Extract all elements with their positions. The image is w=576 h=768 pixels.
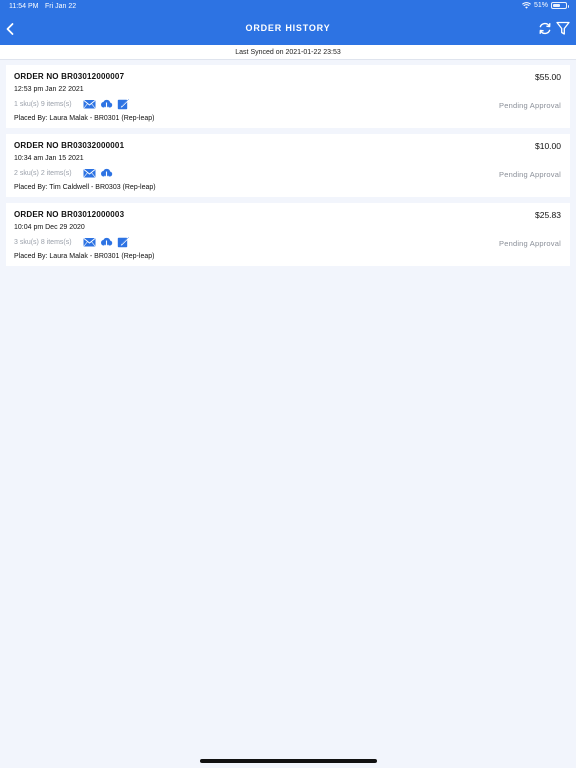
- cloud-download-icon[interactable]: [100, 167, 113, 179]
- email-icon[interactable]: [83, 236, 96, 248]
- order-status: Pending Approval: [499, 101, 561, 110]
- cloud-download-icon[interactable]: [100, 236, 113, 248]
- order-number: ORDER NO BR03012000003: [14, 210, 125, 219]
- email-icon[interactable]: [83, 167, 96, 179]
- order-item-count: 2 sku(s) 2 items(s): [14, 170, 72, 177]
- order-amount: $25.83: [535, 210, 561, 220]
- page-title: ORDER HISTORY: [245, 23, 331, 33]
- nav-bar: ORDER HISTORY: [0, 14, 576, 45]
- status-bar: 11:54 PM Fri Jan 22 51%: [0, 0, 576, 14]
- home-indicator[interactable]: [200, 759, 377, 763]
- order-date: 10:34 am Jan 15 2021: [14, 155, 84, 162]
- cloud-download-icon[interactable]: [100, 98, 113, 110]
- order-amount: $10.00: [535, 141, 561, 151]
- order-list: ORDER NO BR03012000007 $55.00 12:53 pm J…: [6, 65, 570, 272]
- order-placed-by: Placed By: Laura Malak - BR0301 (Rep-lea…: [14, 115, 155, 122]
- order-card[interactable]: ORDER NO BR03012000007 $55.00 12:53 pm J…: [6, 65, 570, 128]
- last-synced-text: Last Synced on 2021-01-22 23:53: [235, 49, 341, 56]
- order-amount: $55.00: [535, 72, 561, 82]
- email-icon[interactable]: [83, 98, 96, 110]
- order-item-count: 3 sku(s) 8 items(s): [14, 239, 72, 246]
- order-date: 12:53 pm Jan 22 2021: [14, 86, 84, 93]
- last-synced-bar: Last Synced on 2021-01-22 23:53: [0, 45, 576, 60]
- edit-icon[interactable]: [117, 98, 130, 110]
- app-header: 11:54 PM Fri Jan 22 51% ORDER HISTORY: [0, 0, 576, 45]
- order-card[interactable]: ORDER NO BR03012000003 $25.83 10:04 pm D…: [6, 203, 570, 266]
- order-number: ORDER NO BR03012000007: [14, 72, 125, 81]
- filter-icon: [556, 21, 570, 35]
- status-date: Fri Jan 22: [45, 3, 77, 10]
- order-placed-by: Placed By: Laura Malak - BR0301 (Rep-lea…: [14, 253, 155, 260]
- order-status: Pending Approval: [499, 239, 561, 248]
- order-actions: [83, 167, 113, 179]
- order-actions: [83, 236, 130, 248]
- order-card[interactable]: ORDER NO BR03032000001 $10.00 10:34 am J…: [6, 134, 570, 197]
- battery-icon: [551, 2, 569, 9]
- order-date: 10:04 pm Dec 29 2020: [14, 224, 85, 231]
- order-actions: [83, 98, 130, 110]
- sync-button[interactable]: [538, 21, 552, 36]
- order-item-count: 1 sku(s) 9 items(s): [14, 101, 72, 108]
- order-status: Pending Approval: [499, 170, 561, 179]
- edit-icon[interactable]: [117, 236, 130, 248]
- order-number: ORDER NO BR03032000001: [14, 141, 125, 150]
- wifi-icon: [522, 2, 531, 9]
- filter-button[interactable]: [556, 21, 570, 36]
- battery-percent: 51%: [533, 2, 548, 9]
- refresh-icon: [539, 22, 551, 35]
- battery-fill: [553, 4, 561, 7]
- order-placed-by: Placed By: Tim Caldwell - BR0303 (Rep-le…: [14, 184, 156, 191]
- status-time: 11:54 PM: [9, 3, 39, 10]
- status-indicators: 51%: [522, 2, 569, 9]
